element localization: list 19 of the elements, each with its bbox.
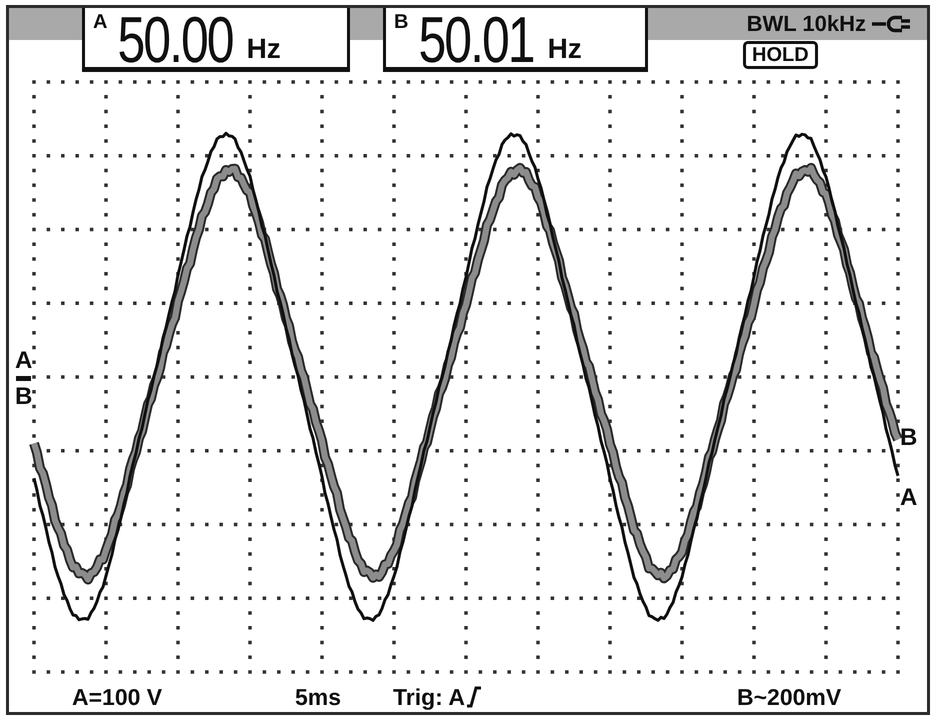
channel-b-scale: B~200mV [737,684,842,710]
trace-label: B [900,425,918,451]
trace-label: A [900,485,918,511]
unit-label: Hz [246,34,281,64]
channel-label: B [15,384,32,410]
plug-icon [872,14,912,34]
bandwidth-limit-label: BWL 10kHz [746,12,866,36]
frequency-value: 50.00 [117,14,233,66]
channel-label: B [394,12,408,32]
rising-edge-icon [466,686,481,708]
trigger-label: Trig: A [393,684,465,710]
hold-indicator: HOLD [743,41,818,69]
channel-label: A [15,348,32,374]
timebase-label: 5ms [295,684,342,710]
unit-label: Hz [548,34,582,64]
channel-a-scale: A=100 V [72,684,162,710]
frequency-value: 50.01 [418,14,534,66]
ground-marker-icon [16,376,32,381]
channel-label: A [93,12,108,32]
